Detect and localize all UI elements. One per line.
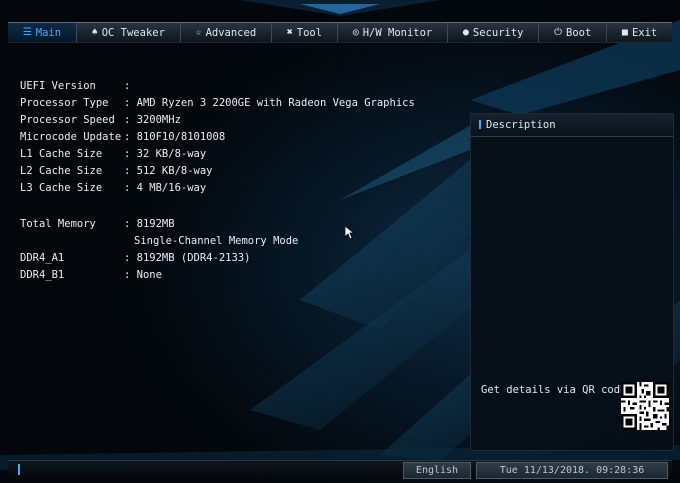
row-memory-mode: Single-Channel Memory Mode	[20, 233, 440, 249]
row-total-memory: Total Memory : 8192MB	[20, 216, 440, 232]
monitor-icon: ◎	[352, 27, 359, 38]
tab-label: Main	[35, 26, 62, 39]
info-value: :	[124, 80, 131, 92]
shield-icon: ●	[462, 27, 469, 38]
star-icon: ☆	[195, 27, 202, 38]
row-l3-cache: L3 Cache Size : 4 MB/16-way	[20, 180, 440, 196]
tab-oc-tweaker[interactable]: ♠ OC Tweaker	[77, 23, 181, 42]
tab-label: H/W Monitor	[362, 26, 433, 39]
qr-code-icon	[621, 382, 669, 430]
tab-label: Boot	[566, 26, 592, 39]
info-value: : 512 KB/8-way	[124, 165, 213, 177]
tab-tool[interactable]: ✖ Tool	[272, 23, 338, 42]
qr-caption: Get details via QR code	[481, 384, 627, 396]
tab-label: Advanced	[205, 26, 257, 39]
info-value: : 3200MHz	[124, 114, 181, 126]
description-panel: Description Get details via QR code	[470, 113, 674, 451]
info-value: : AMD Ryzen 3 2200GE with Radeon Vega Gr…	[124, 97, 415, 109]
tab-label: Security	[472, 26, 524, 39]
info-label: Total Memory	[20, 218, 96, 230]
wrench-icon: ✖	[286, 27, 293, 38]
list-icon: ☰	[22, 27, 32, 38]
row-uefi-version: UEFI Version :	[20, 78, 440, 94]
mouse-cursor-icon	[345, 226, 355, 240]
info-value: : 810F10/8101008	[124, 131, 226, 143]
info-label: L2 Cache Size	[20, 165, 103, 177]
tab-main[interactable]: ☰ Main	[8, 23, 77, 42]
info-value: Single-Channel Memory Mode	[134, 235, 299, 247]
row-ddr4-b1: DDR4_B1 : None	[20, 267, 440, 283]
tab-boot[interactable]: ⏻ Boot	[539, 23, 608, 42]
info-value: : 8192MB (DDR4-2133)	[124, 252, 251, 264]
datetime-display: Tue 11/13/2018. 09:28:36	[476, 462, 668, 479]
tab-advanced[interactable]: ☆ Advanced	[181, 23, 272, 42]
tab-security[interactable]: ● Security	[448, 23, 540, 42]
info-label: DDR4_B1	[20, 269, 65, 281]
tab-label: Tool	[296, 26, 323, 39]
info-label: DDR4_A1	[20, 252, 65, 264]
row-l1-cache: L1 Cache Size : 32 KB/8-way	[20, 146, 440, 162]
description-header: Description	[471, 114, 673, 137]
row-ddr4-a1: DDR4_A1 : 8192MB (DDR4-2133)	[20, 250, 440, 266]
description-title: Description	[486, 119, 556, 131]
power-icon: ⏻	[554, 27, 563, 38]
accent-bar	[479, 120, 481, 129]
tab-exit[interactable]: ■ Exit	[607, 23, 672, 42]
info-value: : None	[124, 269, 162, 281]
info-label: Processor Type	[20, 97, 109, 109]
info-label: Microcode Update	[20, 131, 122, 143]
info-label: L1 Cache Size	[20, 148, 103, 160]
info-value: : 32 KB/8-way	[124, 148, 207, 160]
row-processor-type: Processor Type : AMD Ryzen 3 2200GE with…	[20, 95, 440, 111]
row-processor-speed: Processor Speed : 3200MHz	[20, 112, 440, 128]
flask-icon: ♠	[91, 27, 98, 38]
tab-label: Exit	[631, 26, 658, 39]
status-indicator	[18, 464, 20, 475]
main-tab-bar: ☰ Main ♠ OC Tweaker ☆ Advanced ✖ Tool ◎ …	[8, 22, 672, 43]
status-bar: English Tue 11/13/2018. 09:28:36	[8, 460, 672, 479]
info-value: : 8192MB	[124, 218, 175, 230]
row-l2-cache: L2 Cache Size : 512 KB/8-way	[20, 163, 440, 179]
exit-icon: ■	[621, 27, 628, 38]
info-label: UEFI Version	[20, 80, 96, 92]
language-button[interactable]: English	[403, 462, 471, 479]
row-microcode-update: Microcode Update : 810F10/8101008	[20, 129, 440, 145]
info-label: Processor Speed	[20, 114, 115, 126]
info-value: : 4 MB/16-way	[124, 182, 207, 194]
tab-label: OC Tweaker	[101, 26, 165, 39]
tab-hw-monitor[interactable]: ◎ H/W Monitor	[338, 23, 449, 42]
info-label: L3 Cache Size	[20, 182, 103, 194]
